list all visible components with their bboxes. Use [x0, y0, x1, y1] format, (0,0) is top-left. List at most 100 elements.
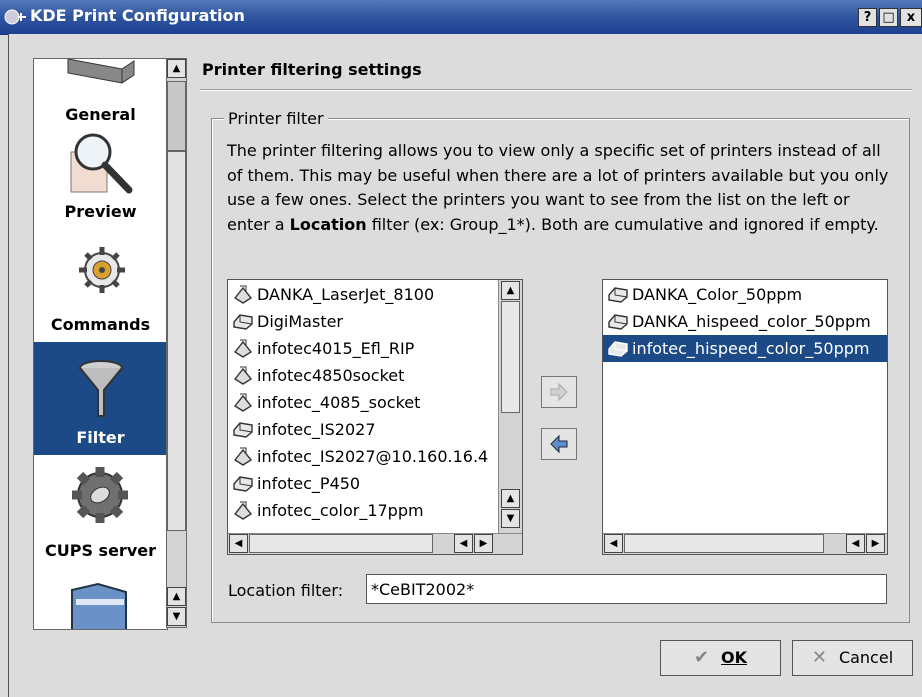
scroll-up-button[interactable]: ▲ [167, 59, 186, 78]
gear-icon [79, 247, 125, 293]
cog-icon [72, 467, 128, 523]
remove-printer-button[interactable] [541, 428, 577, 460]
scroll-thumb[interactable] [624, 534, 824, 553]
available-printers-list[interactable]: DANKA_LaserJet_8100 DigiMaster infotec40… [227, 279, 523, 555]
title-bar[interactable]: KDE Print Configuration ? □ x [0, 0, 922, 35]
location-filter-input[interactable] [366, 574, 887, 604]
window-menu-icon[interactable] [4, 8, 28, 26]
magnifier-icon [70, 133, 133, 194]
selected-printers-list[interactable]: DANKA_Color_50ppm DANKA_hispeed_color_50… [602, 279, 888, 555]
printer-name: DANKA_LaserJet_8100 [257, 285, 435, 304]
scroll-right-button[interactable]: ▶ [866, 534, 885, 553]
printer-icon [233, 476, 253, 492]
page-title: Printer filtering settings [202, 60, 422, 79]
checkmark-icon: ✔ [693, 647, 710, 668]
scroll-down-button[interactable]: ▼ [167, 607, 186, 626]
help-button[interactable]: ? [858, 8, 877, 27]
list-item[interactable]: DANKA_Color_50ppm [607, 281, 802, 308]
printer-remote-icon [233, 366, 253, 385]
scroll-left-button[interactable]: ◀ [846, 534, 865, 553]
printer-icon [608, 314, 628, 330]
scroll-left-button[interactable]: ◀ [604, 534, 623, 553]
printer-name: DANKA_hispeed_color_50ppm [632, 312, 871, 331]
printer-name: infotec_IS2027 [257, 420, 376, 439]
list-item[interactable]: DANKA_LaserJet_8100 [232, 281, 434, 308]
list-hscrollbar[interactable]: ◀ ◀ ▶ [228, 533, 522, 554]
description-bold: Location [289, 214, 367, 234]
description-text: filter (ex: Group_1*). Both are cumulati… [366, 214, 879, 234]
printer-name: infotec4015_Efl_RIP [257, 339, 415, 358]
printer-name: DANKA_Color_50ppm [632, 285, 803, 304]
sidebar-item-cups-server[interactable]: CUPS server [34, 455, 167, 568]
scroll-up-button[interactable]: ▲ [167, 587, 186, 606]
list-item[interactable]: infotec_color_17ppm [232, 497, 424, 524]
list-item[interactable]: infotec_IS2027 [232, 416, 376, 443]
printer-name: infotec_hispeed_color_50ppm [632, 339, 870, 358]
funnel-icon [79, 360, 123, 417]
printer-remote-icon [233, 393, 253, 412]
ok-button[interactable]: ✔ OK [660, 640, 781, 676]
scroll-left-button[interactable]: ◀ [454, 534, 473, 553]
printer-name: infotec4850socket [257, 366, 405, 385]
printer-name: infotec_4085_socket [257, 393, 421, 412]
sidebar-item-label: Preview [64, 202, 137, 221]
printer-icon [608, 341, 628, 357]
scroll-thumb[interactable] [249, 534, 433, 553]
sidebar-item-label: General [65, 105, 136, 124]
cancel-label: Cancel [838, 648, 894, 667]
list-item[interactable]: infotec4015_Efl_RIP [232, 335, 414, 362]
sidebar-item-preview[interactable]: Preview [34, 128, 167, 241]
printer-remote-icon [233, 501, 253, 520]
scroll-right-button[interactable]: ▶ [474, 534, 493, 553]
printer-name: infotec_color_17ppm [257, 501, 424, 520]
sidebar-item-folder[interactable] [34, 568, 167, 629]
printer-icon [233, 422, 253, 438]
list-item-selected[interactable]: infotec_hispeed_color_50ppm [603, 335, 887, 362]
printer-icon [608, 287, 628, 303]
folder-icon [71, 582, 127, 629]
list-item[interactable]: DANKA_hispeed_color_50ppm [607, 308, 871, 335]
printer-icon [67, 59, 135, 84]
scroll-thumb-track[interactable] [167, 151, 186, 531]
scroll-thumb[interactable] [167, 81, 186, 151]
sidebar-item-filter[interactable]: Filter [34, 342, 167, 455]
filter-description: The printer filtering allows you to view… [227, 139, 895, 237]
list-item[interactable]: infotec_IS2027@10.160.16.4 [232, 443, 488, 470]
printer-remote-icon [233, 339, 253, 358]
group-label: Printer filter [224, 109, 328, 128]
cancel-button[interactable]: ✕ Cancel [792, 640, 913, 676]
sidebar-item-general[interactable]: General [34, 59, 167, 128]
page-icon-list[interactable]: General Preview Commands Filter CUPS ser… [33, 58, 168, 630]
sidebar-scrollbar[interactable]: ▲ ▲ ▼ [166, 58, 187, 628]
ok-label: OK [721, 648, 748, 667]
printer-name: infotec_IS2027@10.160.16.4 [257, 447, 489, 466]
scroll-left-button[interactable]: ◀ [229, 534, 248, 553]
printer-remote-icon [233, 447, 253, 466]
list-item[interactable]: DigiMaster [232, 308, 343, 335]
sidebar-item-label: Filter [76, 428, 125, 447]
printer-remote-icon [233, 285, 253, 304]
printer-name: infotec_P450 [257, 474, 361, 493]
printer-name: DigiMaster [257, 312, 344, 331]
scroll-down-button[interactable]: ▼ [501, 509, 520, 528]
header-divider [200, 89, 912, 91]
close-x-icon: ✕ [811, 647, 827, 668]
list-item[interactable]: infotec_4085_socket [232, 389, 420, 416]
scroll-up-button[interactable]: ▲ [501, 281, 520, 300]
list-item[interactable]: infotec4850socket [232, 362, 404, 389]
sidebar-item-label: Commands [50, 315, 151, 334]
scroll-up-button[interactable]: ▲ [501, 489, 520, 508]
window-title: KDE Print Configuration [30, 6, 245, 25]
sidebar-item-commands[interactable]: Commands [34, 241, 167, 354]
list-scrollbar[interactable]: ▲ ▲ ▼ [498, 280, 522, 533]
arrow-left-icon [550, 434, 568, 454]
maximize-button[interactable]: □ [879, 8, 898, 27]
list-item[interactable]: infotec_P450 [232, 470, 360, 497]
close-button[interactable]: x [900, 8, 922, 27]
scroll-thumb[interactable] [501, 301, 520, 413]
list-hscrollbar[interactable]: ◀ ◀ ▶ [603, 533, 887, 554]
arrow-right-icon [550, 382, 568, 402]
location-filter-label: Location filter: [228, 581, 344, 600]
printer-icon [233, 314, 253, 330]
add-printer-button[interactable] [541, 376, 577, 408]
